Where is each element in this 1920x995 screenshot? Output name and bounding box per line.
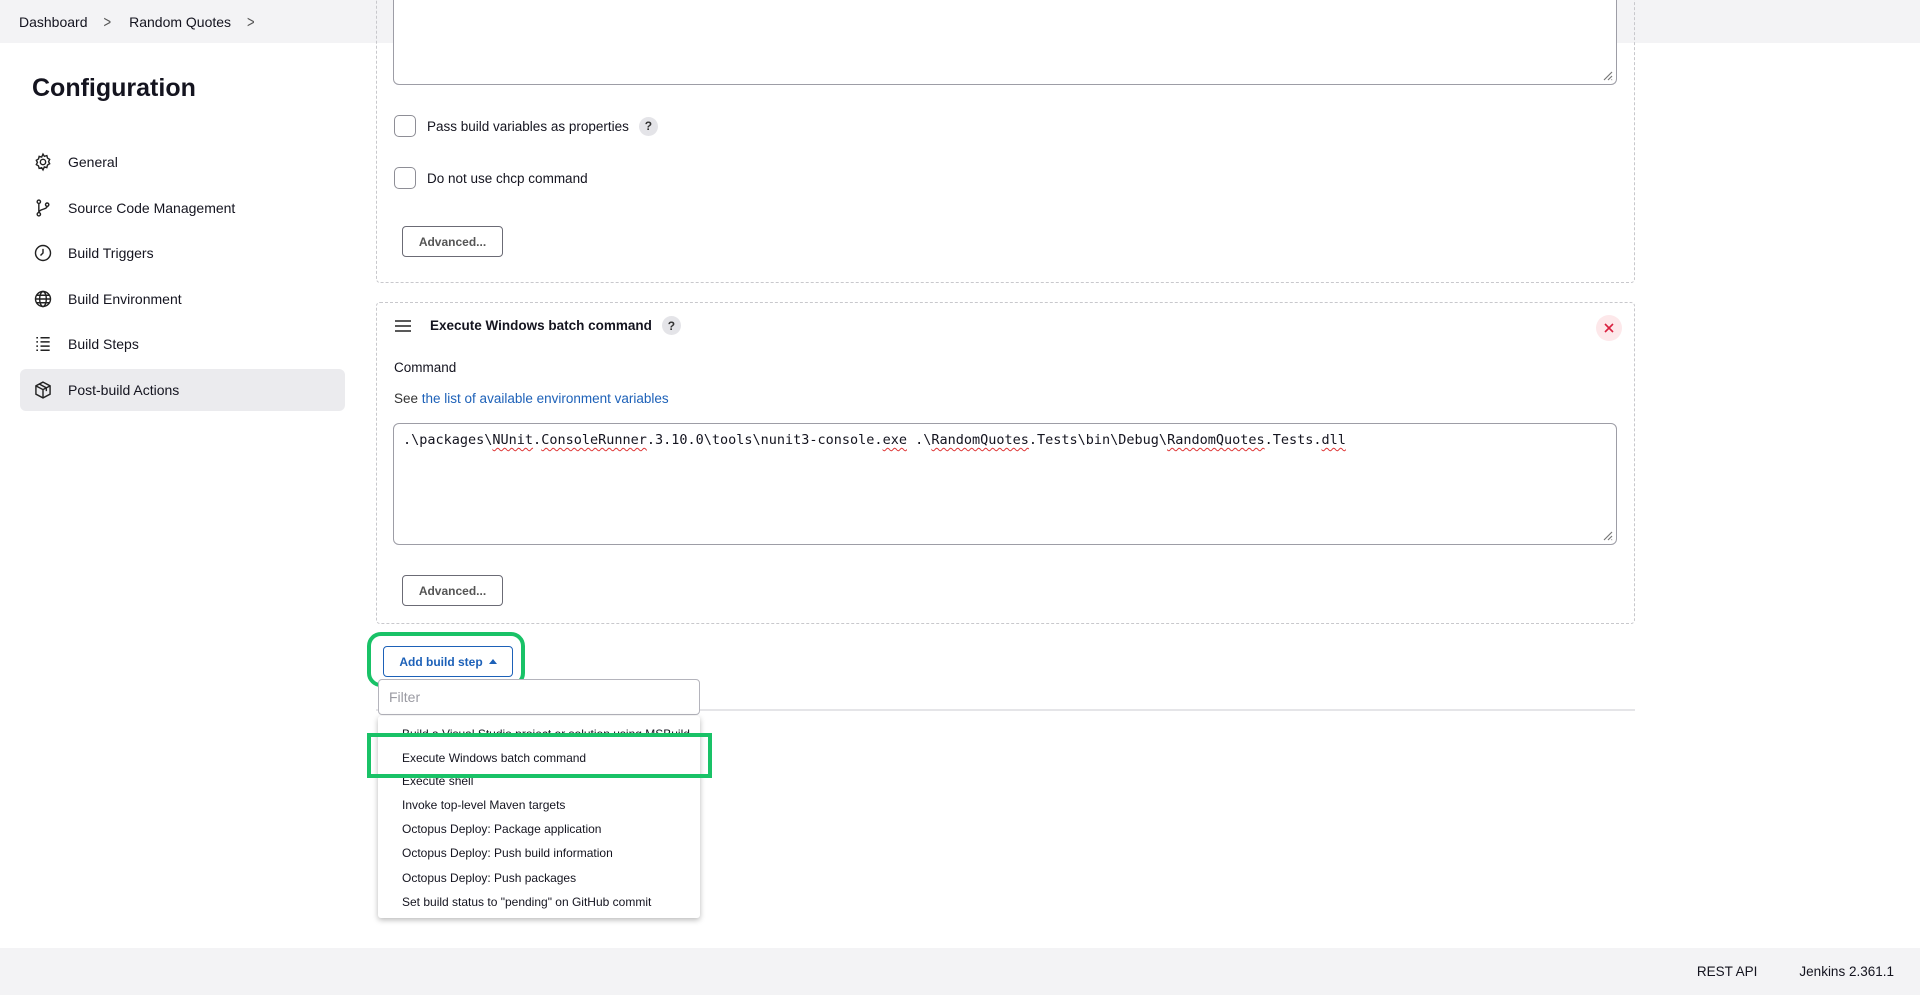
menu-item-maven[interactable]: Invoke top-level Maven targets <box>402 798 565 812</box>
sidebar: Configuration General Source Code Manage… <box>20 74 345 414</box>
step-title: Execute Windows batch command <box>430 318 652 333</box>
sidebar-item-build-triggers[interactable]: Build Triggers <box>20 232 345 274</box>
cmd-misspelled-word: exe <box>882 432 907 448</box>
pass-build-variables-row: Pass build variables as properties ? <box>394 115 658 137</box>
sidebar-item-label: Build Environment <box>68 290 182 307</box>
sidebar-item-label: Build Steps <box>68 336 139 352</box>
menu-item-octopus-build-info[interactable]: Octopus Deploy: Push build information <box>402 846 613 860</box>
no-chcp-row: Do not use chcp command <box>394 167 588 189</box>
sidebar-item-build-steps[interactable]: Build Steps <box>20 323 345 365</box>
rest-api-link[interactable]: REST API <box>1697 964 1758 979</box>
command-label: Command <box>394 360 457 375</box>
env-vars-link[interactable]: the list of available environment variab… <box>422 391 669 406</box>
hint-prefix: See <box>394 391 422 406</box>
sidebar-item-label: General <box>68 154 118 170</box>
cmd-text: .\packages\ <box>403 432 493 448</box>
resize-handle-icon[interactable] <box>1601 529 1613 541</box>
sidebar-item-build-environment[interactable]: Build Environment <box>20 278 345 320</box>
no-chcp-checkbox[interactable] <box>394 167 416 189</box>
help-icon[interactable]: ? <box>661 316 681 335</box>
build-step-previous: Pass build variables as properties ? Do … <box>376 0 1635 283</box>
help-icon[interactable]: ? <box>638 116 658 136</box>
globe-icon <box>32 288 54 310</box>
menu-item-github-status[interactable]: Set build status to "pending" on GitHub … <box>402 895 651 909</box>
caret-up-icon <box>488 659 497 664</box>
list-icon <box>32 333 54 355</box>
gear-icon <box>32 151 54 173</box>
checkbox-label: Pass build variables as properties <box>427 118 629 134</box>
cmd-misspelled-word: dll <box>1321 432 1346 448</box>
pass-build-variables-checkbox[interactable] <box>394 115 416 137</box>
highlight-windows-batch <box>367 733 712 778</box>
sidebar-item-source-code-management[interactable]: Source Code Management <box>20 187 345 229</box>
build-step-batch-command: Execute Windows batch command ? Command … <box>376 302 1635 624</box>
sidebar-item-label: Post-build Actions <box>68 381 180 398</box>
package-icon <box>32 379 54 401</box>
add-build-step-label: Add build step <box>399 654 483 669</box>
breadcrumb-random-quotes[interactable]: Random Quotes <box>129 14 231 30</box>
menu-item-octopus-package[interactable]: Octopus Deploy: Package application <box>402 822 601 836</box>
step-header: Execute Windows batch command ? <box>394 316 681 335</box>
cmd-misspelled-word: ConsoleRunner <box>541 432 647 448</box>
drag-handle-icon[interactable] <box>394 319 412 333</box>
cmd-misspelled-word: RandomQuotes <box>931 432 1029 448</box>
add-build-step-button[interactable]: Add build step <box>383 646 513 677</box>
cmd-misspelled-word: RandomQuotes <box>1167 432 1265 448</box>
chevron-right-icon[interactable]: > <box>247 12 255 32</box>
checkbox-label: Do not use chcp command <box>427 170 588 186</box>
cmd-text: .\ <box>906 432 932 448</box>
cmd-misspelled-word: NUnit <box>492 432 534 448</box>
resize-handle-icon[interactable] <box>1601 69 1613 81</box>
branch-icon <box>32 197 54 219</box>
cmd-text: . <box>533 432 542 448</box>
chevron-right-icon: > <box>103 11 112 32</box>
clock-icon <box>32 242 54 264</box>
sidebar-item-label: Source Code Management <box>68 199 236 216</box>
close-icon <box>1604 323 1614 333</box>
previous-command-textarea[interactable] <box>393 0 1617 85</box>
sidebar-item-label: Build Triggers <box>68 245 154 261</box>
jenkins-version-link[interactable]: Jenkins 2.361.1 <box>1799 964 1894 979</box>
footer: REST API Jenkins 2.361.1 <box>0 948 1920 995</box>
advanced-button[interactable]: Advanced... <box>402 226 503 257</box>
command-textarea[interactable]: .\packages\NUnit.ConsoleRunner.3.10.0\to… <box>393 423 1617 545</box>
filter-input[interactable] <box>378 679 700 715</box>
advanced-button[interactable]: Advanced... <box>402 575 503 606</box>
sidebar-item-post-build-actions[interactable]: Post-build Actions <box>20 368 345 411</box>
page-title: Configuration <box>32 74 196 102</box>
env-vars-hint: See the list of available environment va… <box>394 391 669 406</box>
sidebar-item-general[interactable]: General <box>20 141 345 183</box>
cmd-text: .Tests\bin\Debug\ <box>1028 432 1168 448</box>
breadcrumb-dashboard[interactable]: Dashboard <box>19 14 88 30</box>
menu-item-octopus-push-packages[interactable]: Octopus Deploy: Push packages <box>402 871 576 885</box>
cmd-text: .Tests. <box>1264 432 1322 448</box>
cmd-text: .3.10.0\tools\nunit3-console. <box>646 432 883 448</box>
delete-step-button[interactable] <box>1596 315 1622 341</box>
